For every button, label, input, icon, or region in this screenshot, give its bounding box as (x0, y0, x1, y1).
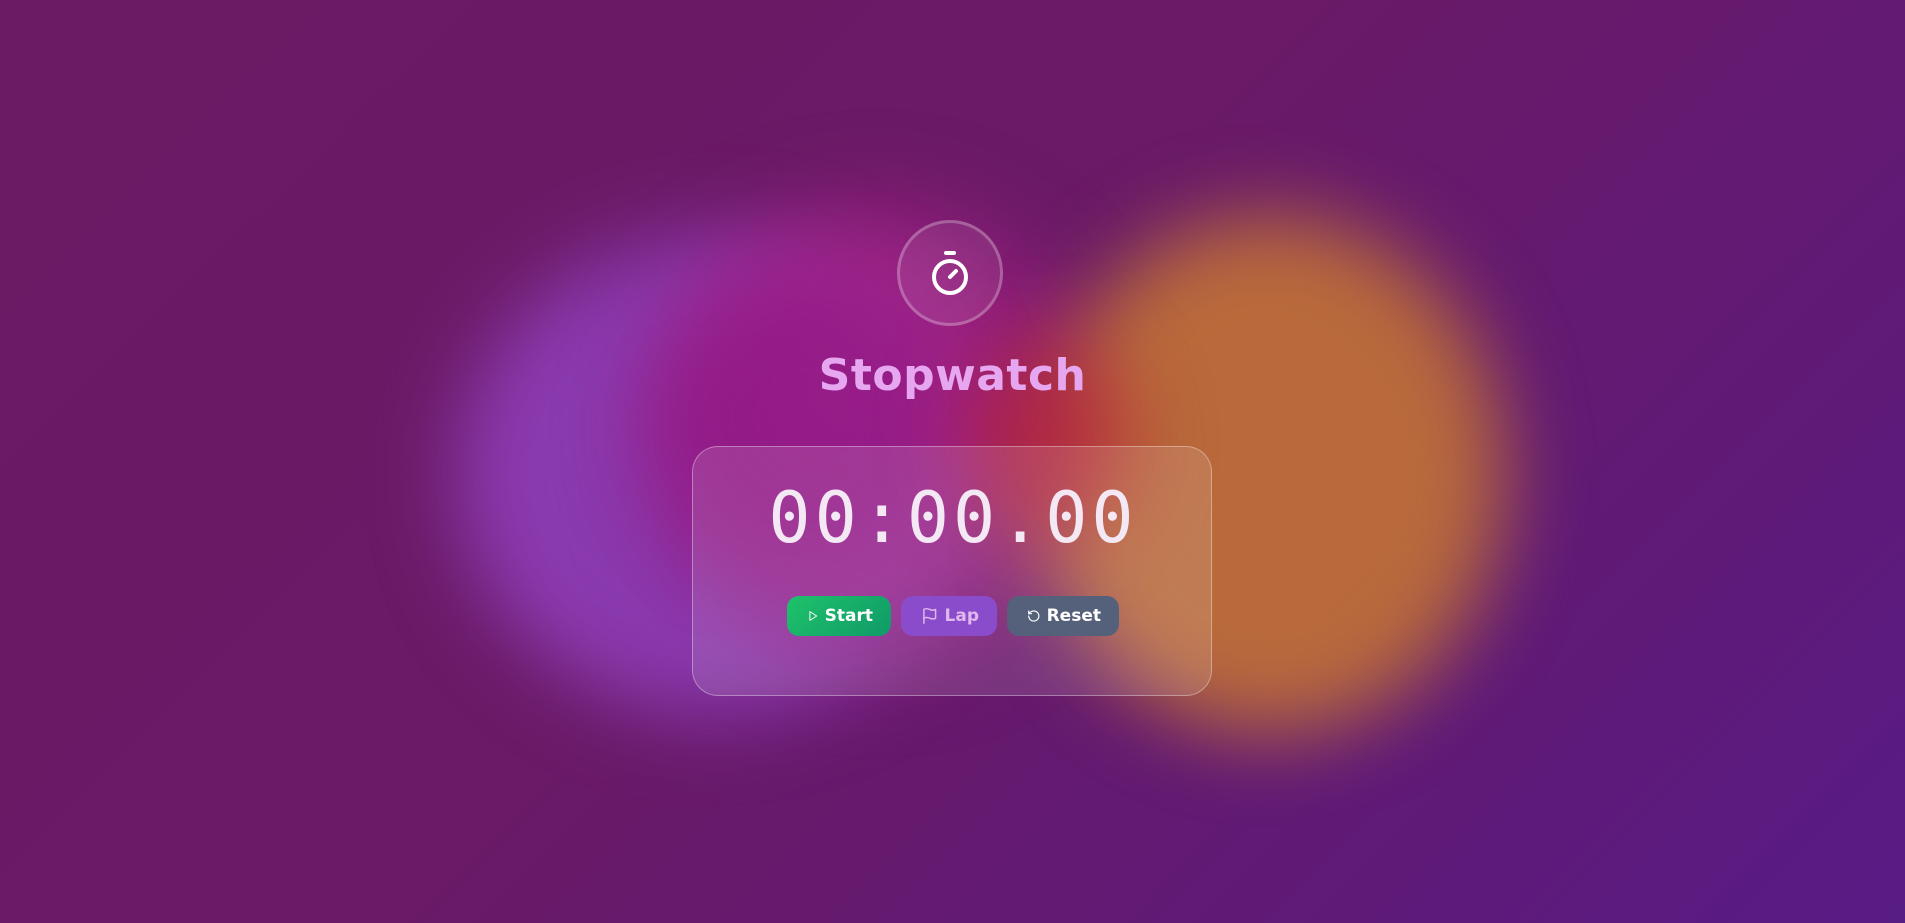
lap-button-label: Lap (944, 606, 979, 626)
time-display: 00:00.00 (768, 477, 1138, 559)
timer-card: 00:00.00 Start Lap Reset (692, 446, 1212, 696)
start-button-label: Start (824, 606, 873, 626)
lap-button[interactable]: Lap (901, 596, 997, 636)
page-title: Stopwatch (818, 350, 1087, 401)
reset-button-label: Reset (1046, 606, 1101, 626)
stopwatch-icon (932, 251, 968, 295)
reset-button[interactable]: Reset (1007, 596, 1119, 636)
flag-icon (923, 607, 937, 625)
start-button[interactable]: Start (787, 596, 891, 636)
rotate-ccw-icon (1028, 610, 1040, 622)
stopwatch-app: Stopwatch 00:00.00 Start Lap Reset (0, 0, 1905, 923)
play-icon (809, 611, 818, 621)
control-bar: Start Lap Reset (693, 596, 1213, 636)
logo-badge (897, 220, 1003, 326)
